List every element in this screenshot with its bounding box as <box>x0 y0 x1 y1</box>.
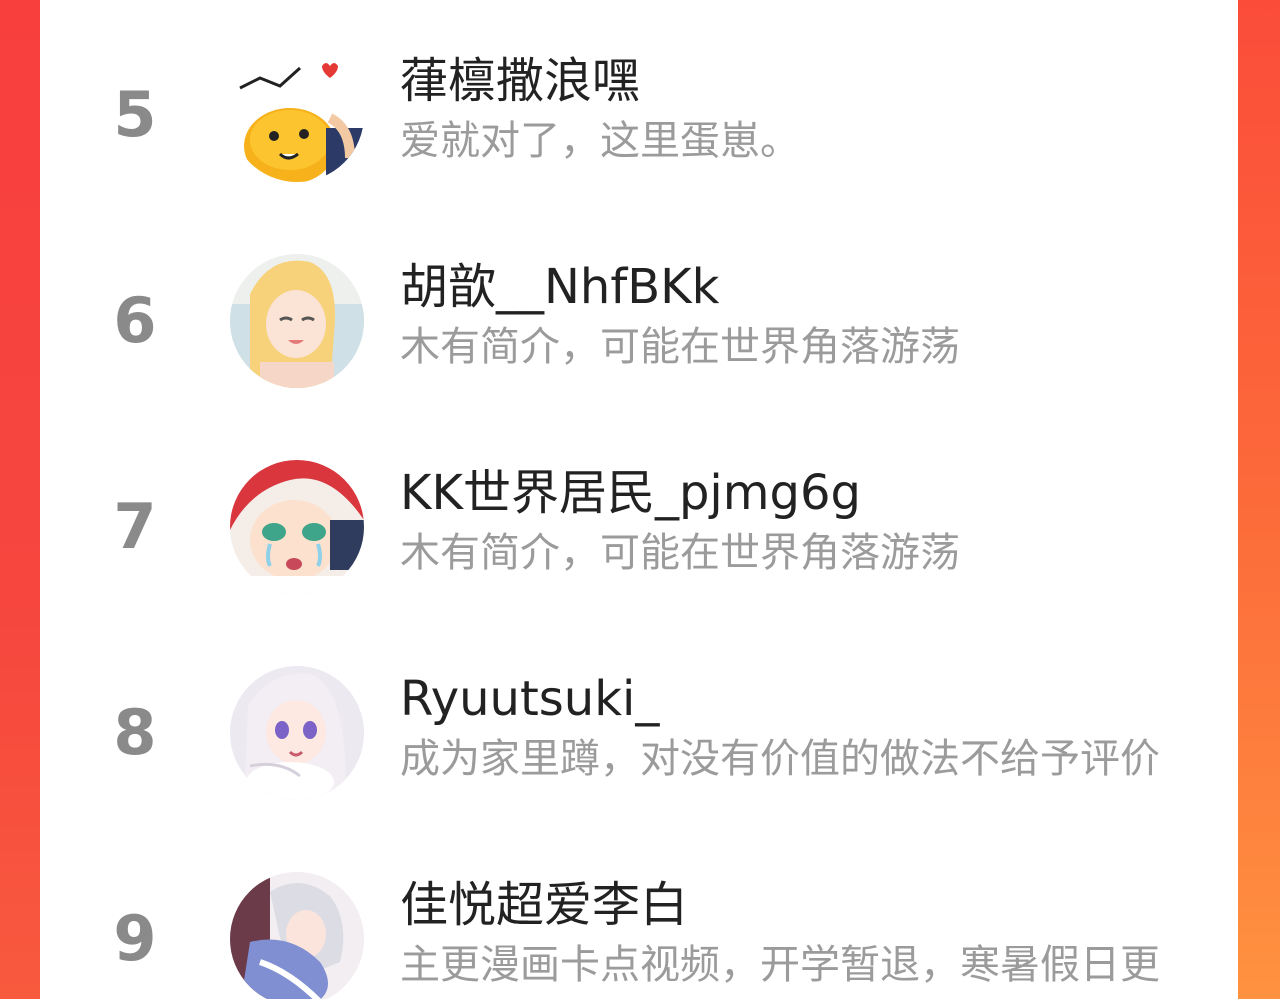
ranking-row-6[interactable]: 6 胡歆__NhfBKk 木有简介，可能在世界角落游荡 <box>40 248 1238 398</box>
user-name[interactable]: KK世界居民_pjmg6g <box>400 464 861 522</box>
rank-number: 5 <box>113 78 157 151</box>
user-bio: 木有简介，可能在世界角落游荡 <box>400 324 960 370</box>
user-bio: 成为家里蹲，对没有价值的做法不给予评价 <box>400 736 1160 782</box>
rank-number: 6 <box>113 284 157 357</box>
crying-girl-avatar-icon[interactable] <box>230 460 364 594</box>
user-name[interactable]: 佳悦超爱李白 <box>400 876 688 934</box>
blonde-girl-avatar-icon[interactable] <box>230 254 364 388</box>
rank-number: 7 <box>113 490 157 563</box>
user-name[interactable]: 胡歆__NhfBKk <box>400 258 719 316</box>
rank-number: 9 <box>113 902 157 975</box>
ranking-row-8[interactable]: 8 Ryuutsuki_ 成为家里蹲，对没有价值的做法不给予评价 <box>40 660 1238 810</box>
left-gradient-border <box>0 0 40 999</box>
egg-character-avatar-icon[interactable] <box>230 48 364 182</box>
user-bio: 爱就对了，这里蛋崽。 <box>400 118 800 164</box>
ranking-list-panel: 5 葎檩撒浪嘿 爱就对了，这里蛋崽。 6 胡歆__NhfBKk 木有简介，可能在… <box>40 0 1238 999</box>
anime-couple-avatar-icon[interactable] <box>230 872 364 999</box>
ranking-row-7[interactable]: 7 KK世界居民_pjmg6g 木有简介，可能在世界角落游荡 <box>40 454 1238 604</box>
ranking-row-5[interactable]: 5 葎檩撒浪嘿 爱就对了，这里蛋崽。 <box>40 42 1238 192</box>
user-bio: 主更漫画卡点视频，开学暂退，寒暑假日更 <box>400 942 1160 988</box>
right-gradient-border <box>1238 0 1280 999</box>
user-name[interactable]: Ryuutsuki_ <box>400 670 659 728</box>
user-bio: 木有简介，可能在世界角落游荡 <box>400 530 960 576</box>
rank-number: 8 <box>113 696 157 769</box>
white-hair-girl-avatar-icon[interactable] <box>230 666 364 800</box>
ranking-row-9[interactable]: 9 佳悦超爱李白 主更漫画卡点视频，开学暂退，寒暑假日更 <box>40 866 1238 999</box>
user-name[interactable]: 葎檩撒浪嘿 <box>400 52 640 110</box>
